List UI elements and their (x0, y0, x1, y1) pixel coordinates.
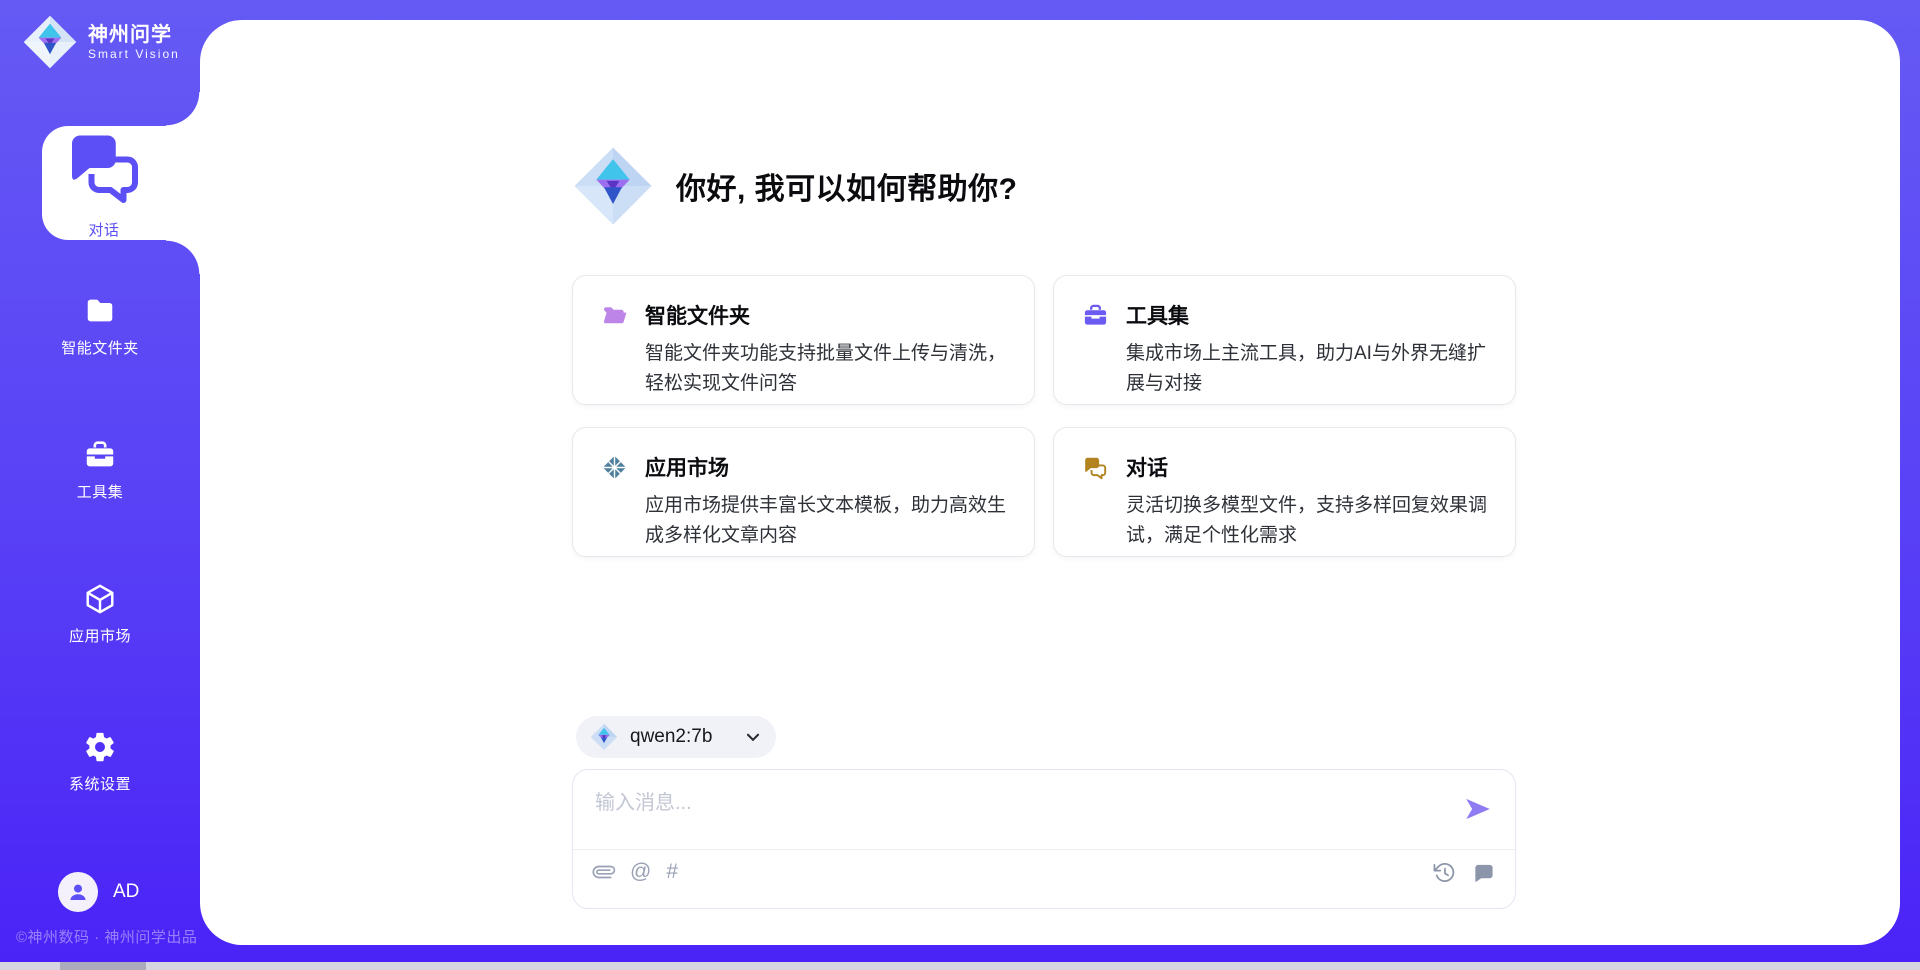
scrollbar-thumb[interactable] (60, 962, 146, 970)
sidebar-item-market[interactable]: 应用市场 (0, 582, 200, 646)
horizontal-scrollbar[interactable] (0, 962, 1920, 970)
card-app-market[interactable]: 应用市场 应用市场提供丰富长文本模板，助力高效生成多样化文章内容 (572, 427, 1035, 557)
mention-icon[interactable]: @ (630, 861, 651, 883)
card-smart-folder[interactable]: 智能文件夹 智能文件夹功能支持批量文件上传与清洗，轻松实现文件问答 (572, 275, 1035, 405)
greeting: 你好, 我可以如何帮助你? (572, 146, 1018, 226)
sidebar: 神州问学 Smart Vision 对话 智能文件夹 (0, 0, 200, 970)
sidebar-item-chat[interactable]: 对话 (42, 126, 202, 240)
message-input[interactable] (593, 784, 1447, 846)
folder-open-icon (601, 302, 628, 329)
attach-icon[interactable] (588, 856, 619, 887)
toolbox-icon (1082, 302, 1109, 329)
cube-icon (83, 582, 117, 616)
sidebar-item-label: 智能文件夹 (61, 337, 139, 358)
card-title: 工具集 (1126, 300, 1189, 330)
toolbox-icon (83, 438, 117, 472)
composer-divider (573, 849, 1515, 850)
gear-icon (83, 730, 117, 764)
chat-icon (1082, 454, 1109, 481)
app-root: 神州问学 Smart Vision 对话 智能文件夹 (0, 0, 1920, 970)
card-title: 应用市场 (645, 452, 729, 482)
main-panel: 你好, 我可以如何帮助你? 智能文件夹 智能文件夹功能支持批量文件上传与清洗，轻… (200, 20, 1900, 945)
person-icon (66, 880, 90, 904)
app-title: 神州问学 (88, 23, 180, 47)
sidebar-item-tools[interactable]: 工具集 (0, 438, 200, 502)
hash-icon[interactable]: # (666, 861, 678, 883)
composer-left-tools: @ # (593, 861, 678, 883)
feedback-icon[interactable] (1472, 861, 1495, 884)
sidebar-item-label: 应用市场 (69, 625, 131, 646)
feature-cards: 智能文件夹 智能文件夹功能支持批量文件上传与清洗，轻松实现文件问答 工具集 集成… (572, 275, 1516, 557)
avatar (58, 872, 98, 912)
chevron-down-icon (744, 728, 762, 746)
card-description: 灵活切换多模型文件，支持多样回复效果调试，满足个性化需求 (1126, 491, 1497, 551)
composer-right-tools (1433, 861, 1495, 884)
sidebar-item-label: 对话 (88, 219, 119, 240)
send-icon[interactable] (1463, 794, 1493, 824)
app-subtitle: Smart Vision (88, 47, 180, 61)
sidebar-item-label: 系统设置 (69, 773, 131, 794)
logo-diamond-icon (572, 145, 654, 227)
card-toolset[interactable]: 工具集 集成市场上主流工具，助力AI与外界无缝扩展与对接 (1053, 275, 1516, 405)
copyright-text: ©神州数码 · 神州问学出品 (16, 926, 197, 947)
card-description: 智能文件夹功能支持批量文件上传与清洗，轻松实现文件问答 (645, 339, 1016, 399)
cube-grid-icon (601, 454, 628, 481)
logo-diamond-icon (590, 723, 618, 751)
brand-logo: 神州问学 Smart Vision (22, 14, 180, 70)
sidebar-item-settings[interactable]: 系统设置 (0, 730, 200, 794)
user-name: AD (113, 881, 139, 903)
card-description: 集成市场上主流工具，助力AI与外界无缝扩展与对接 (1126, 339, 1497, 399)
card-title: 对话 (1126, 452, 1168, 482)
card-title: 智能文件夹 (645, 300, 750, 330)
user-account[interactable]: AD (58, 870, 139, 914)
card-chat[interactable]: 对话 灵活切换多模型文件，支持多样回复效果调试，满足个性化需求 (1053, 427, 1516, 557)
sidebar-item-folders[interactable]: 智能文件夹 (0, 294, 200, 358)
sidebar-item-label: 工具集 (77, 481, 124, 502)
folder-icon (83, 294, 117, 328)
model-selector[interactable]: qwen2:7b (576, 716, 776, 758)
logo-diamond-icon (22, 14, 78, 70)
card-description: 应用市场提供丰富长文本模板，助力高效生成多样化文章内容 (645, 491, 1016, 551)
message-composer: @ # (572, 769, 1516, 909)
chat-icon (62, 126, 147, 211)
model-name: qwen2:7b (630, 726, 712, 748)
tab-fillet-bottom (166, 240, 200, 274)
tab-fillet-top (166, 92, 200, 126)
history-icon[interactable] (1433, 861, 1456, 884)
greeting-text: 你好, 我可以如何帮助你? (676, 164, 1018, 208)
